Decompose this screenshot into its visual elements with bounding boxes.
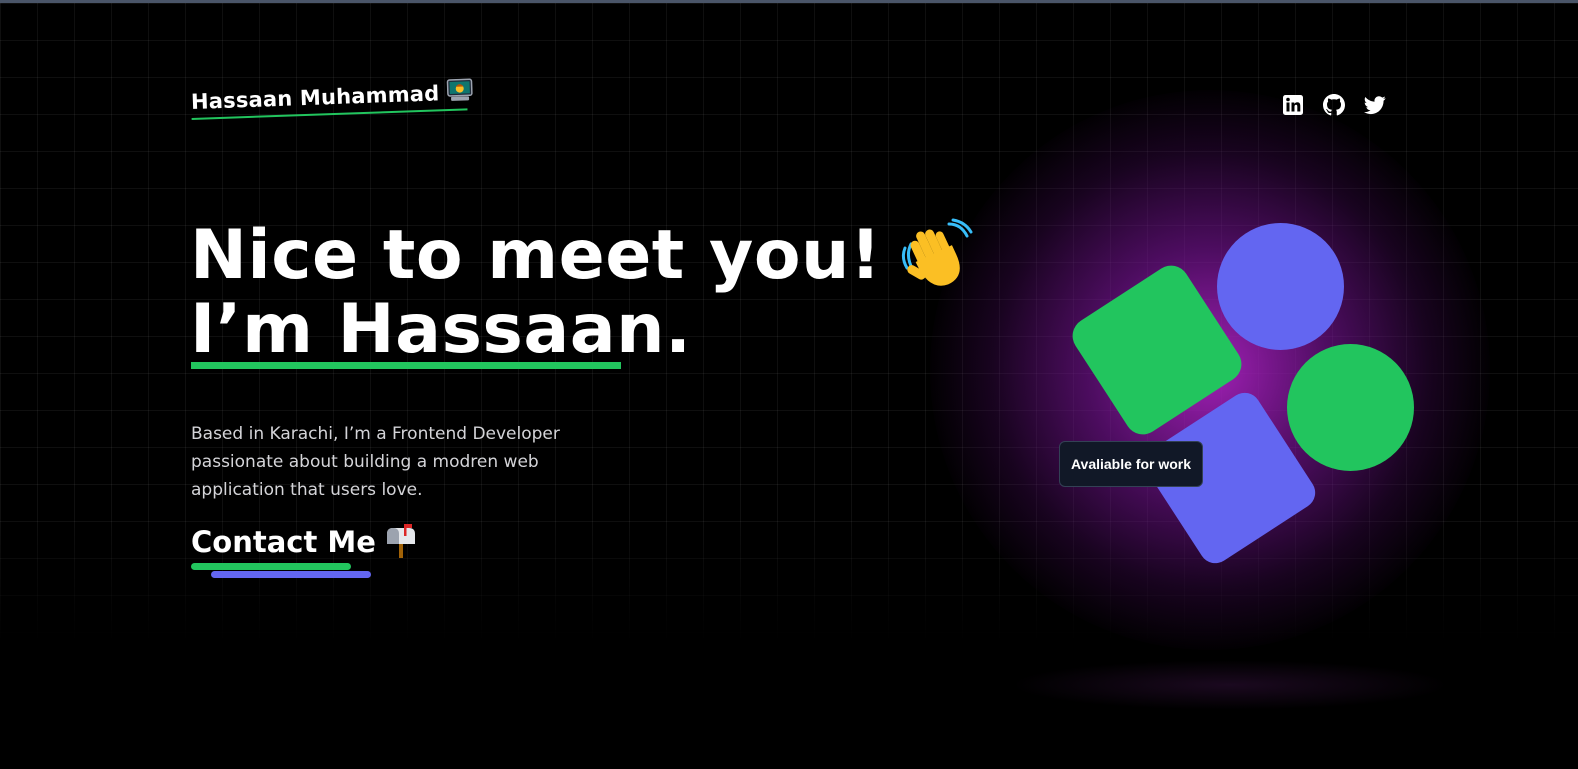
linkedin-icon[interactable]: [1282, 94, 1304, 116]
headline-greeting: Nice to meet you!: [190, 216, 882, 295]
contact-me-link[interactable]: Contact Me: [191, 524, 418, 559]
github-icon[interactable]: [1323, 94, 1345, 116]
intro-paragraph: Based in Karachi, I’m a Frontend Develop…: [191, 424, 560, 500]
twitter-icon[interactable]: [1364, 94, 1386, 116]
hero-headline: Nice to meet you! I’m Hassaan.: [190, 218, 973, 367]
name-underline: [191, 362, 621, 369]
headline-line-1: Nice to meet you!: [190, 218, 973, 293]
contact-me-label: Contact Me: [191, 525, 376, 559]
mailbox-icon: [386, 524, 415, 558]
availability-badge: Avaliable for work: [1059, 441, 1203, 487]
technologist-emoji-icon: [447, 78, 474, 101]
contact-underline-indigo: [211, 571, 371, 578]
headline-line-2: I’m Hassaan.: [190, 290, 692, 369]
social-links: [1282, 94, 1386, 116]
waving-hand-icon: [902, 218, 973, 286]
indigo-circle: [1217, 223, 1344, 350]
contact-underline-green: [191, 563, 351, 570]
shape-shadow: [1010, 660, 1450, 710]
green-circle: [1287, 344, 1414, 471]
